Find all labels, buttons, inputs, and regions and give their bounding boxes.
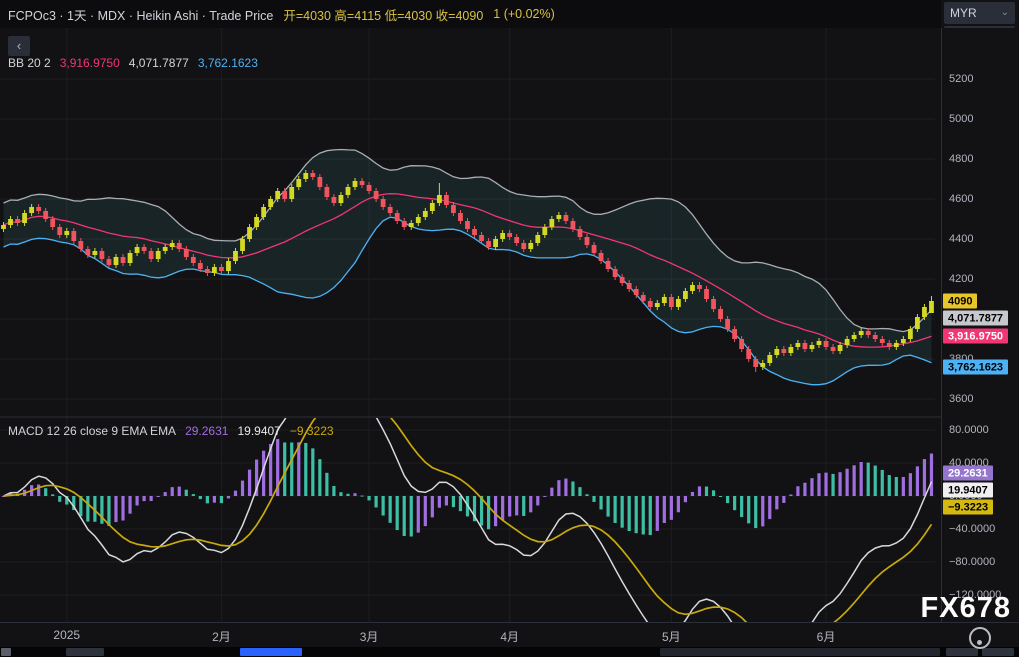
chart-header: FCPOc3 · 1天 · MDX · Heikin Ashi · Trade … [0,0,941,28]
bb-legend-title: BB 20 2 [8,56,51,70]
bb-upper-value: 4,071.7877 [129,56,189,70]
fx678-watermark: FX678 [921,592,1011,625]
last-price-tag: 4090 [943,294,977,309]
bb-legend[interactable]: BB 20 2 3,916.9750 4,071.7877 3,762.1623 [8,56,258,70]
price-tick-label: 4800 [949,153,973,165]
time-axis-label: 5月 [662,628,681,645]
scrollbar-segment[interactable] [66,648,104,656]
macd-tick-label: −80.0000 [949,556,995,568]
macd-hist-tag: 29.2631 [943,466,993,481]
macd-line-tag: 19.9407 [943,483,993,498]
visible-range-slider[interactable] [240,648,302,656]
macd-line-value: 19.9407 [237,424,280,438]
macd-signal-value: −9.3223 [290,424,334,438]
time-axis-label: 3月 [360,628,379,645]
price-tick-label: 4200 [949,273,973,285]
trading-chart-app: FCPOc3 · 1天 · MDX · Heikin Ashi · Trade … [0,0,1019,657]
price-tick-label: 4600 [949,193,973,205]
fx678-logo-icon [969,627,991,649]
price-tick-label: 5000 [949,113,973,125]
macd-tick-label: −40.0000 [949,523,995,535]
symbol-info[interactable]: FCPOc3 · 1天 · MDX · Heikin Ashi · Trade … [8,5,273,24]
bb-basis-tag: 3,916.9750 [943,329,1008,344]
change-value: 1 (+0.02%) [493,7,555,21]
time-axis-label: 2025 [53,628,80,642]
scrollbar-segment[interactable] [982,648,1014,656]
time-axis[interactable]: 2025 2月 3月 4月 5月 6月 [0,622,1019,647]
price-axis[interactable]: 52005000480046004400420040003800360080.0… [941,28,1019,622]
macd-signal-tag: −9.3223 [943,500,993,515]
macd-hist-value: 29.2631 [185,424,228,438]
price-tick-label: 3600 [949,393,973,405]
bb-basis-value: 3,916.9750 [60,56,120,70]
ohlc-values: 开=4030 高=4115 低=4030 收=4090 [283,5,483,24]
bb-lower-value: 3,762.1623 [198,56,258,70]
time-axis-label: 2月 [212,628,231,645]
time-axis-label: 6月 [817,628,836,645]
scrollbar-segment[interactable] [660,648,940,656]
back-button[interactable]: ‹ [8,36,30,56]
chevron-left-icon: ‹ [17,38,21,53]
chart-area[interactable]: ‹ BB 20 2 3,916.9750 4,071.7877 3,762.16… [0,28,941,622]
time-axis-label: 4月 [500,628,519,645]
bottom-scrollbar[interactable] [0,647,1019,657]
scrollbar-segment[interactable] [946,648,978,656]
bb-lower-tag: 3,762.1623 [943,360,1008,375]
bb-upper-tag: 4,071.7877 [943,311,1008,326]
macd-tick-label: 80.0000 [949,424,989,436]
macd-legend-title: MACD 12 26 close 9 EMA EMA [8,424,176,438]
macd-legend[interactable]: MACD 12 26 close 9 EMA EMA 29.2631 19.94… [8,424,334,438]
price-tick-label: 4400 [949,233,973,245]
chevron-down-icon: ⌄ [1001,8,1009,18]
price-macd-canvas[interactable] [0,28,941,622]
price-tick-label: 5200 [949,73,973,85]
currency-value: MYR [950,6,977,20]
currency-select[interactable]: MYR ⌄ [944,2,1015,24]
scrollbar-segment[interactable] [1,648,11,656]
